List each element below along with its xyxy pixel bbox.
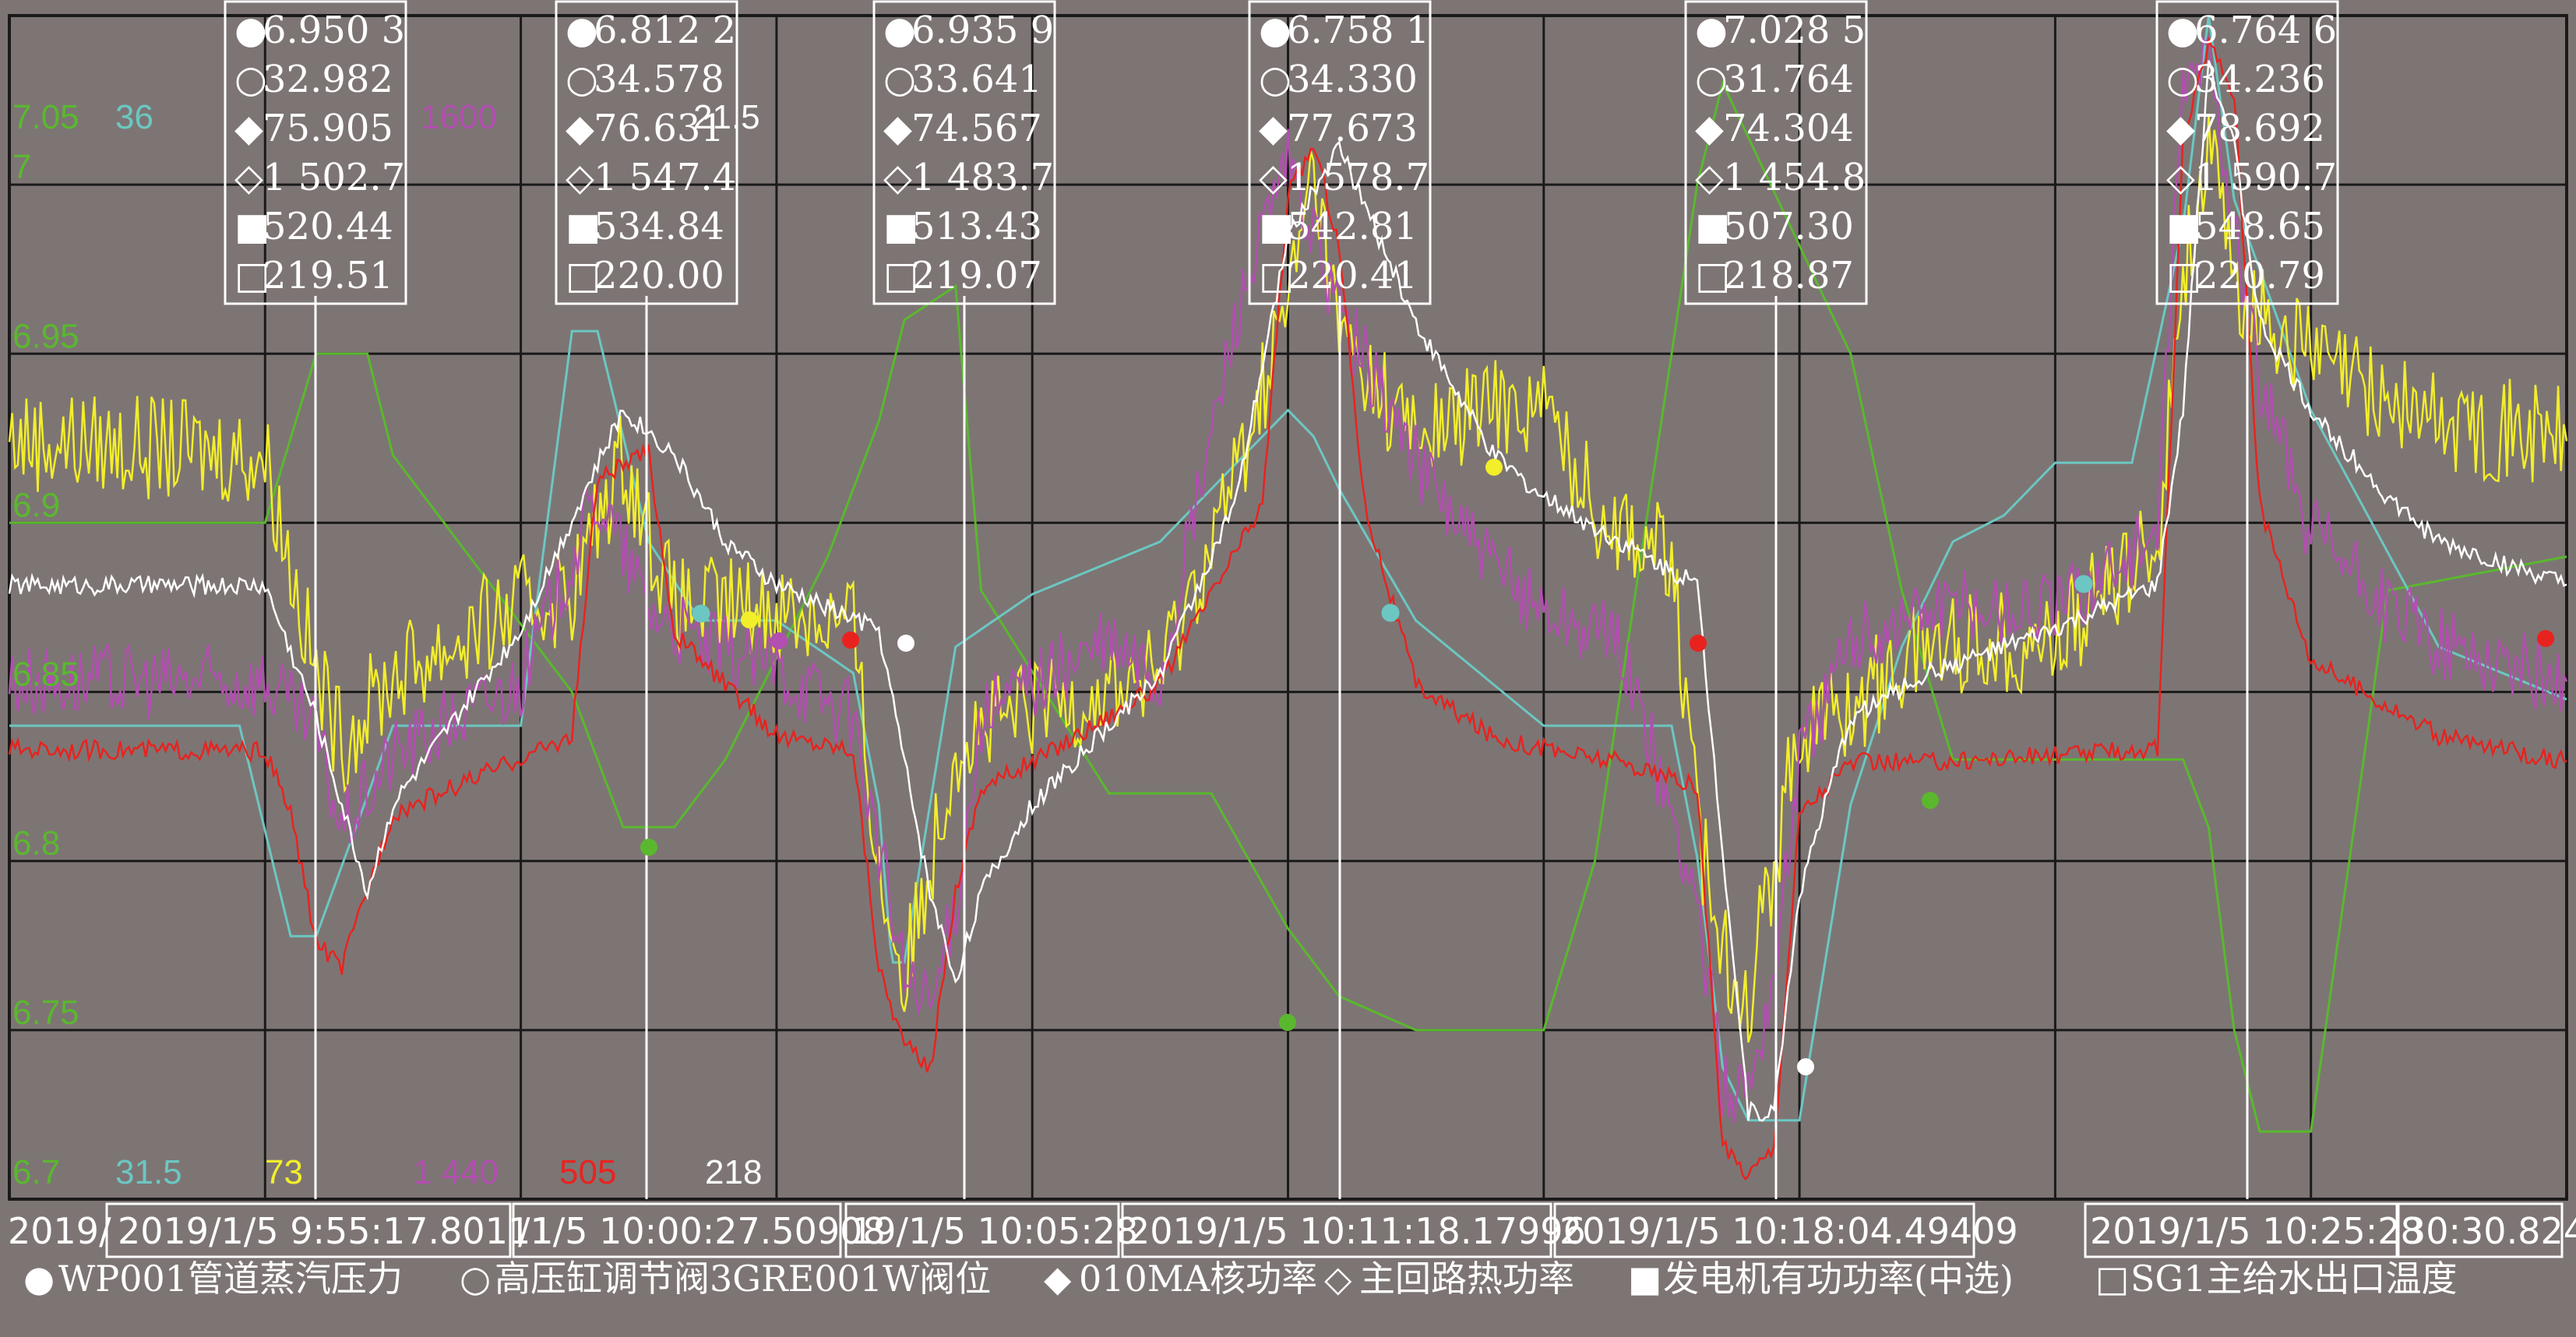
- cursor-marker: [1485, 459, 1503, 476]
- legend-marker-icon: ◆: [1044, 1258, 1072, 1300]
- tooltip-value: 33.641: [911, 58, 1042, 101]
- tooltip-value: 220.00: [594, 254, 724, 297]
- legend-marker-icon: ■: [1628, 1258, 1662, 1300]
- tooltip-value: 6.812 2: [594, 9, 736, 52]
- cursor-marker: [640, 839, 657, 856]
- tooltip-value: 1 502.7: [263, 156, 405, 199]
- tooltip-value: 34.578: [594, 58, 724, 101]
- time-label: 19/1/5 10:05:28: [851, 1210, 1138, 1252]
- legend-label: 010MA核功率: [1079, 1258, 1317, 1300]
- axis-top-label: 1600: [421, 98, 497, 136]
- tooltip-value: 520.44: [263, 205, 393, 248]
- legend-label: 高压缸调节阀3GRE001W阀位: [495, 1258, 991, 1300]
- tooltip-value: 34.236: [2194, 58, 2325, 101]
- tooltip-value: 219.51: [263, 254, 393, 297]
- tooltip-value: 6.764 6: [2194, 9, 2337, 52]
- pressure-axis-tick: 7: [12, 148, 31, 186]
- tooltip-value: 75.905: [263, 107, 393, 150]
- pressure-axis-tick: 6.7: [12, 1153, 60, 1191]
- time-label: /1/5 10:00:27.50908: [518, 1210, 886, 1252]
- axis-top-label: 21.5: [693, 98, 760, 136]
- tooltip-value: 32.982: [263, 58, 393, 101]
- legend-label: WP001管道蒸汽压力: [58, 1258, 403, 1300]
- cursor-marker: [1797, 1058, 1814, 1075]
- tooltip-value: 219.07: [911, 254, 1042, 297]
- tooltip-value: 1 547.4: [594, 156, 736, 199]
- tooltip-value: 513.43: [911, 205, 1042, 248]
- tooltip-marker-icon: ◇: [1259, 156, 1288, 199]
- tooltip-value: 6.758 1: [1287, 9, 1429, 52]
- legend-marker-icon: ●: [23, 1258, 55, 1300]
- cursor-marker: [1690, 635, 1707, 652]
- tooltip-marker-icon: ◆: [566, 107, 594, 150]
- tooltip-value: 6.935 9: [911, 9, 1054, 52]
- cursor-marker: [1381, 603, 1400, 622]
- time-label: 30:30.824: [2403, 1210, 2576, 1252]
- cursor-marker: [770, 632, 788, 649]
- axis-bottom-label: 1 440: [413, 1153, 499, 1191]
- axis-bottom-label: 505: [559, 1153, 616, 1191]
- cursor-marker: [2074, 575, 2093, 593]
- time-label: 2019/1/5 10:25:28: [2090, 1210, 2423, 1252]
- pressure-axis-tick: 6.95: [12, 317, 79, 355]
- time-label: 2019/1/5 10:18:04.49409: [1559, 1210, 2018, 1252]
- tooltip-value: 1 483.7: [911, 156, 1054, 199]
- tooltip-value: 548.65: [2194, 205, 2325, 248]
- tooltip-marker-icon: ◇: [883, 156, 912, 199]
- tooltip-marker-icon: ◇: [1695, 156, 1724, 199]
- tooltip-value: 1 578.7: [1287, 156, 1429, 199]
- tooltip-value: 77.673: [1287, 107, 1418, 150]
- cursor-marker: [741, 611, 758, 628]
- tooltip-marker-icon: ◆: [1259, 107, 1288, 150]
- pressure-axis-tick: 6.85: [12, 656, 79, 694]
- tooltip-value: 220.41: [1287, 254, 1418, 297]
- pressure-axis-tick: 6.9: [12, 486, 60, 524]
- legend-marker-icon: ◇: [1324, 1258, 1352, 1300]
- time-axis: 2019/2019/1/5 9:55:17.80111/1/5 10:00:27…: [8, 1202, 2576, 1258]
- axis-bottom-label: 218: [705, 1153, 762, 1191]
- trend-chart: ●6.950 3○32.982◆ 75.905◇ 1 502.7■520.44□21…: [0, 0, 2576, 1337]
- tooltip-value: 74.304: [1723, 107, 1854, 150]
- cursor-marker: [842, 632, 859, 649]
- tooltip-marker-icon: ◆: [2166, 107, 2195, 150]
- legend-marker-icon: ○: [460, 1258, 491, 1300]
- cursor-marker: [692, 604, 710, 623]
- tooltip-value: 31.764: [1723, 58, 1854, 101]
- tooltip-marker-icon: ◆: [883, 107, 912, 150]
- tooltip-value: 1 590.7: [2194, 156, 2337, 199]
- legend-label: SG1主给水出口温度: [2130, 1258, 2458, 1300]
- tooltip-value: 34.330: [1287, 58, 1418, 101]
- tooltip-marker-icon: ◇: [2166, 156, 2195, 199]
- cursor-marker: [1279, 1014, 1296, 1031]
- tooltip-value: 542.81: [1287, 205, 1418, 248]
- cursor-marker: [2537, 630, 2554, 647]
- tooltip-value: 534.84: [594, 205, 724, 248]
- tooltip-value: 6.950 3: [263, 9, 405, 52]
- pressure-axis-tick: 7.05: [12, 98, 79, 136]
- axis-bottom-label: 73: [265, 1153, 303, 1191]
- tooltip-value: 218.87: [1723, 254, 1854, 297]
- tooltip-value: 220.79: [2194, 254, 2325, 297]
- pressure-axis-tick: 6.75: [12, 994, 79, 1032]
- axis-top-label: 36: [115, 98, 153, 136]
- tooltip-marker-icon: ◆: [1695, 107, 1724, 150]
- tooltip-value: 78.692: [2194, 107, 2325, 150]
- pressure-axis-tick: 6.8: [12, 825, 60, 863]
- legend-marker-icon: □: [2095, 1258, 2129, 1300]
- tooltip-marker-icon: ◇: [234, 156, 263, 199]
- time-label: 2019/1/5 9:55:17.80111: [118, 1210, 554, 1252]
- tooltip-value: 507.30: [1723, 205, 1854, 248]
- cursor-marker: [897, 635, 914, 652]
- legend-label: 主回路热功率: [1359, 1258, 1574, 1300]
- time-label: 2019/: [8, 1210, 111, 1252]
- tooltip-value: 7.028 5: [1723, 9, 1866, 52]
- tooltip-value: 1 454.8: [1723, 156, 1866, 199]
- axis-bottom-label: 31.5: [115, 1153, 182, 1191]
- tooltip-marker-icon: ◆: [234, 107, 263, 150]
- cursor-marker: [1922, 792, 1939, 809]
- legend-label: 发电机有功功率(中选): [1663, 1258, 2014, 1300]
- tooltip-value: 74.567: [911, 107, 1042, 150]
- time-label: 2019/1/5 10:11:18.17996: [1127, 1210, 1586, 1252]
- tooltip-marker-icon: ◇: [566, 156, 594, 199]
